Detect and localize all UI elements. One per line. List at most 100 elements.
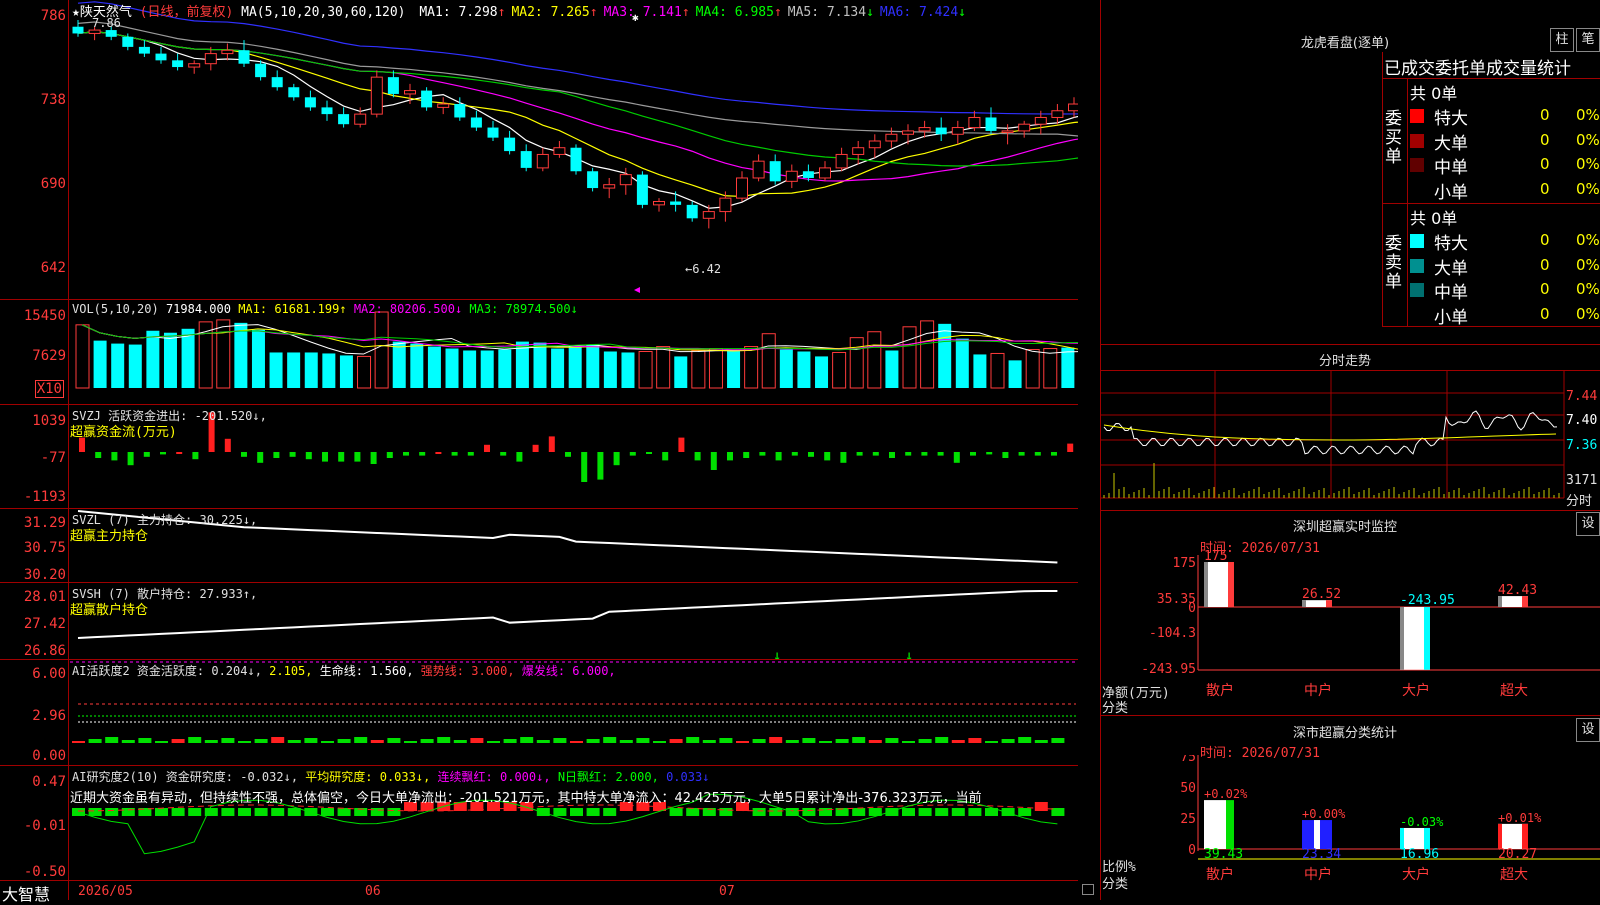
candle — [785, 164, 798, 189]
flow-bar — [467, 452, 474, 456]
ma-legend-1: MA1: 7.298↑ — [419, 5, 506, 20]
period-label[interactable]: (日线，前复权) — [140, 5, 234, 20]
research-bar — [337, 808, 351, 816]
class-bar-edge — [1314, 820, 1320, 849]
volume-bar — [146, 330, 160, 388]
candle-body — [802, 171, 814, 178]
volume-bar — [727, 350, 741, 388]
candle-body — [1034, 116, 1047, 125]
activity-bar — [802, 738, 816, 743]
research-bar — [603, 808, 617, 816]
volume-bar — [586, 344, 600, 388]
flow-bar — [597, 452, 604, 480]
sell-row-0: 特大 0 0% — [1410, 229, 1600, 254]
candle-body — [520, 151, 532, 168]
flow-bar — [370, 452, 377, 464]
activity-bar — [88, 739, 102, 743]
flow-bar — [1067, 443, 1074, 452]
buy-row-name: 小单 — [1434, 182, 1468, 203]
volume-bar — [638, 350, 653, 389]
buy-row-count: 0 — [1540, 106, 1550, 124]
volume-bar — [427, 346, 441, 388]
research-bar — [669, 808, 683, 816]
brand-logo[interactable]: 大智慧 — [2, 881, 50, 905]
monitor-category: 超大 — [1500, 683, 1528, 699]
volume-bar — [392, 341, 406, 388]
activity-bar — [321, 741, 334, 743]
lock-icon[interactable] — [1082, 884, 1094, 895]
volume-bar — [797, 351, 811, 388]
ai2-axis: 0.47 -0.01 -0.50 — [0, 766, 66, 880]
volume-bar — [251, 329, 265, 388]
volume-bar — [674, 356, 688, 388]
buy-color-swatch — [1410, 109, 1424, 123]
price-axis: 786 738 690 642 — [0, 0, 66, 300]
volume-bar — [410, 343, 424, 388]
candle-body — [105, 30, 117, 37]
ma-legend-3: MA3: 7.141↑ — [603, 5, 690, 20]
volume-bar — [568, 346, 582, 388]
research-bar — [155, 808, 168, 816]
volume-bar — [849, 337, 864, 389]
ma-legend-4: MA4: 6.985↑ — [695, 5, 782, 20]
candle-body — [370, 76, 383, 115]
monitor-bar-label: -243.95 — [1400, 593, 1455, 608]
activity-bar — [188, 737, 202, 743]
monitor-tick: -243.95 — [1141, 662, 1196, 677]
candle-body — [985, 117, 997, 131]
lhb-tick-button[interactable]: 笔 — [1576, 28, 1600, 52]
svsh-tick: 27.42 — [23, 616, 66, 632]
ai2-header: AI研究度2(10) 资金研究度: -0.032↓, 平均研究度: 0.033↓… — [72, 768, 709, 785]
candle — [951, 120, 964, 145]
intraday-chart[interactable] — [1100, 370, 1600, 510]
buy-row-name: 特大 — [1434, 109, 1468, 129]
candle — [819, 161, 831, 182]
candle-body — [321, 107, 333, 115]
research-bar — [238, 808, 251, 816]
candle — [487, 120, 499, 141]
class-settings-button[interactable]: 设 — [1576, 718, 1600, 742]
activity-bar — [470, 738, 484, 743]
candle-body — [868, 140, 881, 149]
sell-row-count: 0 — [1540, 280, 1550, 298]
research-bar — [918, 808, 932, 816]
candle-body — [935, 127, 947, 135]
volume-bar — [357, 355, 372, 389]
ma-line-2 — [77, 31, 1078, 198]
class-bar-label: 39.43 — [1204, 847, 1243, 862]
main-chart-area[interactable]: ↓ ↓ ✱ 786 738 690 642 ★陕天然气 (日线，前复权) MA(5,… — [0, 0, 1094, 904]
lhb-bar-button[interactable]: 柱 — [1550, 28, 1574, 52]
flow-bar — [759, 452, 766, 456]
candle-body — [1018, 123, 1031, 132]
candle-body — [504, 137, 516, 152]
ma-title: MA(5,10,20,30,60,120) — [241, 5, 406, 20]
monitor-settings-button[interactable]: 设 — [1576, 512, 1600, 536]
activity-bar — [868, 740, 882, 743]
class-bar — [1302, 820, 1332, 849]
monitor-category: 中户 — [1304, 682, 1332, 699]
flow-bar — [403, 452, 409, 456]
fenshi-tick: 7.40 — [1566, 413, 1598, 428]
vol-unit[interactable]: X10 — [34, 380, 64, 398]
fenshi-title: 分时走势 — [1318, 354, 1371, 369]
buy-row-pct: 0% — [1576, 179, 1600, 198]
ma-legend-6: MA6: 7.424↓ — [879, 5, 966, 20]
candle-body — [1001, 130, 1014, 133]
flow-bar — [662, 452, 669, 461]
sell-row-name: 特大 — [1434, 234, 1468, 254]
candle — [338, 107, 350, 128]
class-tick: 50 — [1180, 781, 1196, 796]
ai1-tick: 2.96 — [32, 708, 66, 724]
buy-color-swatch — [1410, 158, 1424, 172]
buy-row-pct: 0% — [1576, 130, 1600, 149]
candle-body — [785, 170, 798, 182]
activity-bar — [204, 740, 218, 743]
candle — [172, 53, 184, 71]
activity-bar — [603, 737, 617, 743]
buy-side-label: 委买单 — [1385, 109, 1402, 167]
volume-bar — [832, 351, 847, 389]
activity-bar — [686, 737, 700, 743]
lhb-title: 龙虎看盘(逐单) — [1300, 36, 1390, 51]
flow-bar — [840, 452, 847, 463]
activity-bar — [420, 739, 434, 743]
